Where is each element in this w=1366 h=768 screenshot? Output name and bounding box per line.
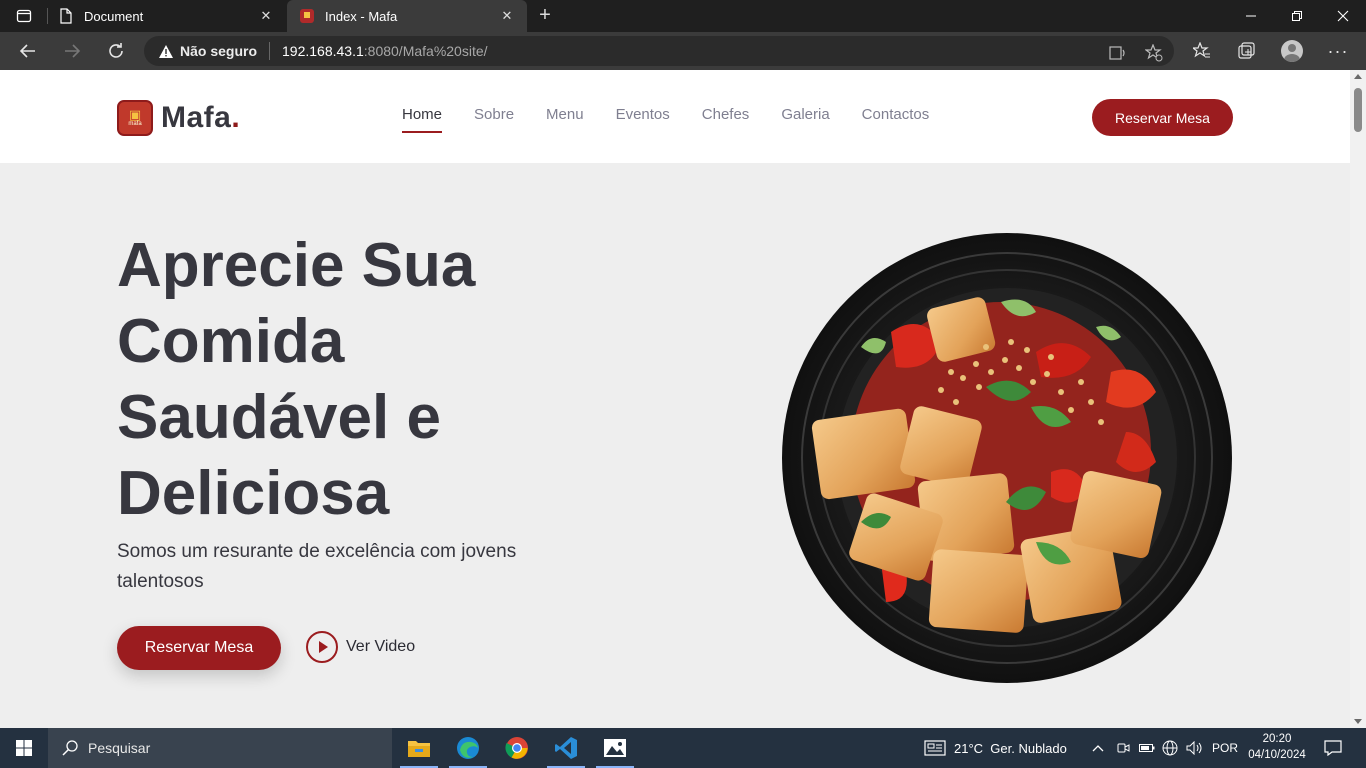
meet-now-icon[interactable] (1116, 728, 1130, 768)
hero-subtitle: Somos um resurante de excelência com jov… (117, 541, 517, 592)
add-favorite-icon[interactable] (1144, 43, 1164, 63)
edge-icon[interactable] (445, 728, 491, 768)
restore-icon[interactable] (1274, 0, 1320, 32)
vscode-icon[interactable] (543, 728, 589, 768)
nav-item-eventos[interactable]: Eventos (616, 106, 670, 133)
nav-item-sobre[interactable]: Sobre (474, 106, 514, 133)
mafa-favicon-icon (299, 8, 315, 24)
taskbar-search-input[interactable]: Pesquisar (48, 728, 392, 768)
battery-icon[interactable] (1139, 728, 1155, 768)
nav-item-contactos[interactable]: Contactos (862, 106, 930, 133)
page-viewport: ▣ mafa Mafa. Home Sobre Menu Eventos Che… (0, 70, 1350, 728)
site-header: ▣ mafa Mafa. Home Sobre Menu Eventos Che… (0, 70, 1350, 163)
reserve-table-button[interactable]: Reservar Mesa (117, 626, 281, 670)
minimize-icon[interactable] (1228, 0, 1274, 32)
url-path: :8080/Mafa%20site/ (363, 43, 488, 59)
language-indicator[interactable]: POR (1212, 728, 1238, 768)
document-icon (58, 8, 74, 24)
tab-document[interactable]: Document ✕ (46, 0, 286, 32)
taskbar-clock[interactable]: 20:20 04/10/2024 (1240, 731, 1314, 763)
page-scrollbar[interactable] (1350, 70, 1366, 728)
forward-icon[interactable] (56, 35, 88, 67)
file-explorer-icon[interactable] (396, 728, 442, 768)
hero-title-line: Saudável e (117, 383, 441, 452)
more-options-icon[interactable]: ··· (1324, 37, 1352, 65)
watch-video-link[interactable]: Ver Video (306, 631, 415, 663)
scroll-up-icon[interactable] (1354, 74, 1362, 79)
clock-time: 20:20 (1262, 733, 1292, 745)
volume-icon[interactable] (1186, 728, 1204, 768)
brand-dot: . (231, 101, 240, 134)
weather-widget[interactable]: 21°C Ger. Nublado (924, 728, 1067, 768)
nav-item-galeria[interactable]: Galeria (781, 106, 829, 133)
notifications-icon[interactable] (1324, 728, 1342, 768)
address-bar[interactable]: Não seguro 192.168.43.1:8080/Mafa%20site… (144, 36, 1174, 66)
scroll-down-icon[interactable] (1354, 719, 1362, 724)
tab-title: Index - Mafa (325, 8, 398, 24)
browser-tab-strip: Document ✕ Index - Mafa ✕ + (0, 0, 1366, 32)
hero-dish-image (782, 233, 1232, 683)
hero-title-line: Aprecie Sua (117, 231, 476, 300)
logo-badge-icon: ▣ mafa (117, 100, 153, 136)
chrome-icon[interactable] (494, 728, 540, 768)
avatar (1281, 40, 1303, 62)
nav-item-chefes[interactable]: Chefes (702, 106, 750, 133)
address-divider (269, 42, 271, 60)
show-hidden-icons-icon[interactable] (1092, 728, 1104, 768)
refresh-icon[interactable] (100, 35, 132, 67)
browser-toolbar: Não seguro 192.168.43.1:8080/Mafa%20site… (0, 32, 1366, 70)
close-tab-icon[interactable]: ✕ (258, 8, 274, 24)
tab-index-mafa[interactable]: Index - Mafa ✕ (287, 0, 527, 32)
url-host: 192.168.43.1 (282, 43, 364, 59)
network-icon[interactable] (1162, 728, 1178, 768)
scrollbar-thumb[interactable] (1354, 88, 1362, 132)
brand-name: Mafa (161, 101, 232, 134)
collections-icon[interactable] (1232, 37, 1260, 65)
windows-taskbar: Pesquisar 21°C Ger. Nublado POR 20:20 04… (0, 728, 1366, 768)
profile-avatar-icon[interactable] (1278, 37, 1306, 65)
weather-icon (924, 740, 946, 756)
search-icon (62, 740, 78, 756)
nav-item-menu[interactable]: Menu (546, 106, 584, 133)
nav-item-home[interactable]: Home (402, 106, 443, 133)
reserve-table-button-header[interactable]: Reservar Mesa (1092, 99, 1233, 136)
warning-icon[interactable] (158, 44, 174, 59)
new-tab-icon[interactable]: + (533, 4, 557, 28)
photos-icon[interactable] (592, 728, 638, 768)
search-placeholder: Pesquisar (88, 740, 151, 756)
close-tab-icon[interactable]: ✕ (499, 8, 515, 24)
play-icon (306, 631, 338, 663)
hero-title-line: Deliciosa (117, 459, 390, 528)
logo-badge-mark: ▣ (128, 106, 142, 122)
read-aloud-icon[interactable] (1108, 43, 1128, 63)
tab-actions-icon[interactable] (8, 4, 40, 28)
site-logo[interactable]: ▣ mafa Mafa. (117, 100, 240, 136)
close-window-icon[interactable] (1320, 0, 1366, 32)
main-nav: Home Sobre Menu Eventos Chefes Galeria C… (402, 106, 961, 133)
hero-title-line: Comida (117, 307, 345, 376)
watch-video-label: Ver Video (346, 638, 416, 655)
back-icon[interactable] (12, 35, 44, 67)
favorites-icon[interactable] (1188, 37, 1216, 65)
weather-text: 21°C Ger. Nublado (954, 740, 1067, 756)
security-label[interactable]: Não seguro (180, 43, 257, 59)
tab-title: Document (84, 8, 144, 24)
logo-badge-text: mafa (128, 120, 142, 127)
clock-date: 04/10/2024 (1248, 749, 1306, 761)
hero-title: Aprecie Sua Comida Saudável e Deliciosa (117, 228, 637, 532)
windows-start-icon[interactable] (0, 728, 48, 768)
